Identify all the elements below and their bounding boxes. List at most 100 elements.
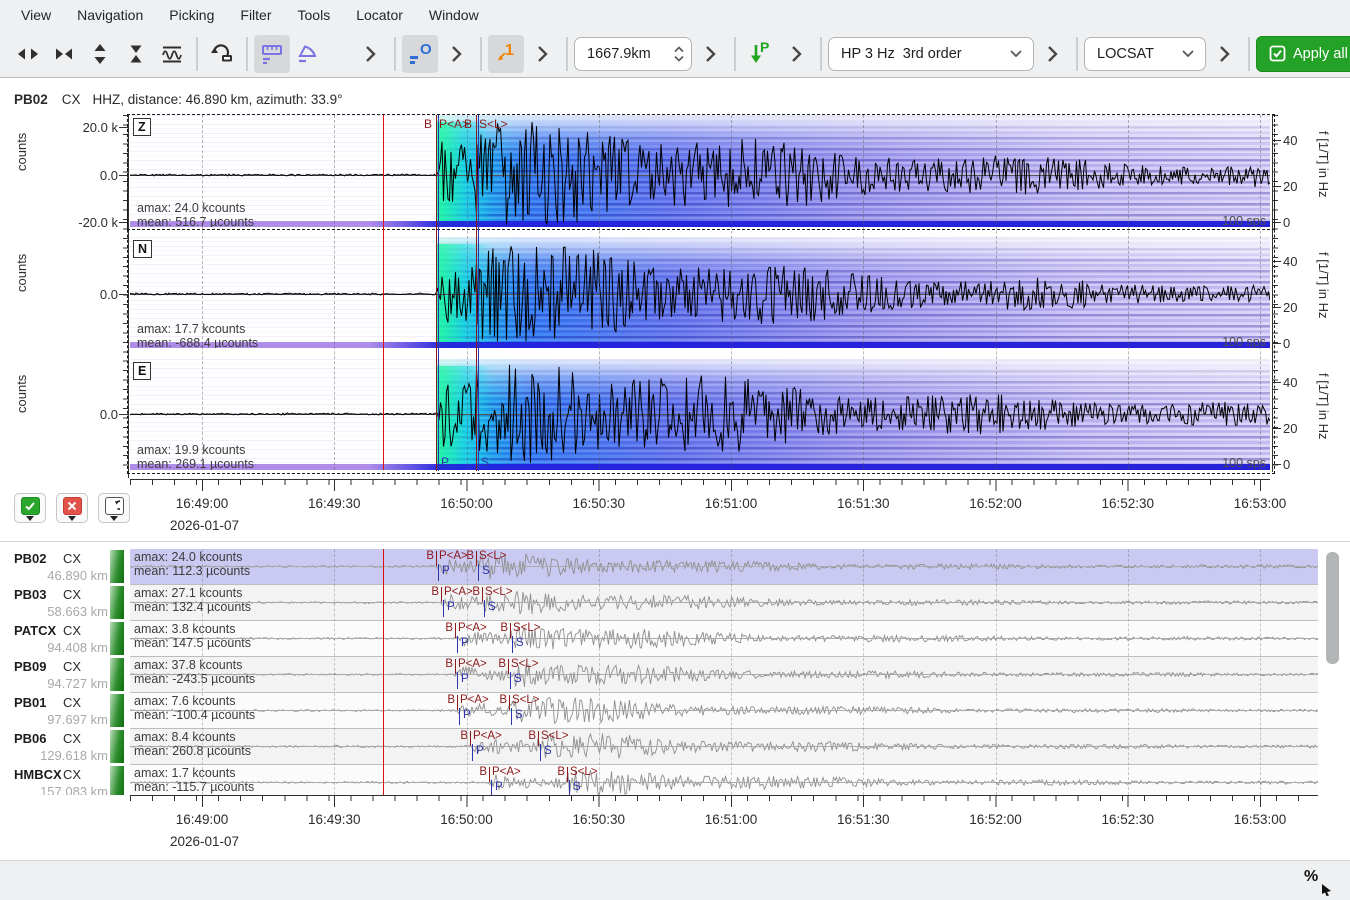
arrows-in-vertical-icon: [124, 42, 148, 66]
row-b2-label: B: [498, 658, 506, 670]
progress-mouse-icon[interactable]: %: [1304, 868, 1332, 894]
station-distance: 97.697 km: [0, 712, 108, 727]
locator-select[interactable]: LOCSAT: [1084, 37, 1206, 71]
scrollbar-thumb[interactable]: [1326, 552, 1339, 664]
expand-vertical-button[interactable]: [82, 35, 118, 73]
menu-filter[interactable]: Filter: [227, 3, 284, 27]
data-coverage-bar: [110, 550, 124, 583]
station-row[interactable]: PB03 CX 58.663 km amax: 27.1 kcounts mea…: [0, 585, 1350, 621]
time-tick-label: 16:50:30: [572, 812, 625, 827]
row-s-label: S<L>: [541, 730, 569, 742]
counts-label-n: counts: [14, 254, 29, 292]
row-pm-label: P: [442, 565, 450, 577]
trace-area[interactable]: amax: 27.1 kcounts mean: 132.4 µcounts B…: [130, 585, 1318, 621]
menu-navigation[interactable]: Navigation: [64, 3, 156, 27]
network-code: CX: [63, 731, 81, 746]
toolbar: O 1 1667.9km P H: [0, 30, 1350, 78]
single-station-mode-button[interactable]: 1: [488, 35, 524, 73]
expand-group-chevron-2[interactable]: [438, 35, 474, 73]
expand-group-chevron-6[interactable]: [1034, 35, 1070, 73]
expand-group-chevron-7[interactable]: [1206, 35, 1242, 73]
trace-area[interactable]: amax: 1.7 kcounts mean: -115.7 µcounts B…: [130, 765, 1318, 795]
row-s-line: [482, 587, 483, 602]
station-distance: 129.618 km: [0, 748, 108, 763]
trace-area[interactable]: amax: 8.4 kcounts mean: 260.8 µcounts BP…: [130, 729, 1318, 765]
trace-area[interactable]: amax: 3.8 kcounts mean: 147.5 µcounts BP…: [130, 621, 1318, 657]
network-code: CX: [63, 767, 81, 782]
row-b-label: B: [445, 658, 453, 670]
station-row[interactable]: PB06 CX 129.618 km amax: 8.4 kcounts mea…: [0, 729, 1350, 765]
station-row[interactable]: PATCX CX 94.408 km amax: 3.8 kcounts mea…: [0, 621, 1350, 657]
section-divider: [0, 541, 1350, 542]
filter-value: HP 3 Hz 3rd order: [841, 46, 1009, 62]
time-tick-label: 16:53:00: [1234, 496, 1287, 511]
mean-label: mean: 516.7 µcounts: [137, 215, 254, 227]
channel-panel-e[interactable]: E amax: 19.9 kcounts mean: 269.1 µcounts…: [130, 359, 1270, 470]
network-code: CX: [63, 695, 81, 710]
distance-spinbox[interactable]: 1667.9km: [574, 37, 692, 71]
zero-line: [130, 782, 1318, 783]
channel-panel-n[interactable]: N amax: 17.7 kcounts mean: -688.4 µcount…: [130, 237, 1270, 348]
time-tick-label: 16:51:30: [837, 812, 890, 827]
row-mean: mean: 112.3 µcounts: [134, 564, 250, 578]
menu-picking[interactable]: Picking: [156, 3, 227, 27]
header-detail: HHZ, distance: 46.890 km, azimuth: 33.9°: [93, 92, 343, 107]
trace-area[interactable]: amax: 37.8 kcounts mean: -243.5 µcounts …: [130, 657, 1318, 693]
accept-marker-button[interactable]: [14, 493, 46, 523]
expand-group-chevron-1[interactable]: [352, 35, 388, 73]
station-code: PB09: [14, 659, 47, 674]
fit-horizontal-button[interactable]: [10, 35, 46, 73]
row-s-label: S<L>: [485, 586, 513, 598]
spinbox-arrows[interactable]: [673, 46, 685, 62]
compress-vertical-button[interactable]: [118, 35, 154, 73]
network-code: CX: [63, 587, 81, 602]
fit-to-window-button[interactable]: [46, 35, 82, 73]
menu-tools[interactable]: Tools: [285, 3, 344, 27]
apply-all-label: Apply all: [1293, 46, 1348, 62]
station-row[interactable]: PB02 CX 46.890 km amax: 24.0 kcounts mea…: [0, 549, 1350, 585]
filter-select[interactable]: HP 3 Hz 3rd order: [828, 37, 1034, 71]
station-distance: 94.408 km: [0, 640, 108, 655]
protractor-button[interactable]: [290, 35, 326, 73]
demean-button[interactable]: [154, 35, 190, 73]
row-mean: mean: 132.4 µcounts: [134, 600, 251, 614]
station-row[interactable]: PB09 CX 94.727 km amax: 37.8 kcounts mea…: [0, 657, 1350, 693]
revert-marker-button[interactable]: [98, 493, 130, 523]
trace-area[interactable]: amax: 7.6 kcounts mean: -100.4 µcounts B…: [130, 693, 1318, 729]
menu-view[interactable]: View: [8, 3, 64, 27]
chevron-down-icon: [1181, 49, 1195, 58]
row-pm-label: P: [495, 781, 503, 793]
freq-label-n: f [1/T] in Hz: [1316, 252, 1331, 318]
expand-group-chevron-5[interactable]: [778, 35, 814, 73]
expand-group-chevron-4[interactable]: [692, 35, 728, 73]
list-scrollbar[interactable]: [1326, 552, 1339, 798]
expand-group-chevron-3[interactable]: [524, 35, 560, 73]
phase-down-button[interactable]: P: [742, 35, 778, 73]
menu-window[interactable]: Window: [416, 3, 492, 27]
apply-all-button[interactable]: Apply all: [1256, 36, 1350, 72]
row-b-label: B: [447, 694, 455, 706]
channel-panel-z[interactable]: Z amax: 24.0 kcounts mean: 516.7 µcounts…: [130, 115, 1270, 227]
arrows-out-horizontal-icon: [16, 42, 40, 66]
reject-marker-button[interactable]: [56, 493, 88, 523]
station-list: PB02 CX 46.890 km amax: 24.0 kcounts mea…: [0, 549, 1350, 795]
chevron-right-icon: [785, 43, 807, 65]
row-p-line: [455, 623, 456, 638]
station-row[interactable]: HMBCX CX 157.083 km amax: 1.7 kcounts me…: [0, 765, 1350, 795]
toolbar-separator: [480, 37, 482, 71]
trace-area[interactable]: amax: 24.0 kcounts mean: 112.3 µcounts B…: [130, 549, 1318, 585]
row-b-label: B: [445, 622, 453, 634]
zero-line: [130, 602, 1318, 603]
measure-ruler-button[interactable]: [254, 35, 290, 73]
origin-mode-button[interactable]: O: [402, 35, 438, 73]
menu-locator[interactable]: Locator: [343, 3, 416, 27]
snapshot-rotate-button[interactable]: [204, 35, 240, 73]
row-sm-label: S: [514, 673, 522, 685]
time-axis-lower: 2026-01-07 16:49:0016:49:3016:50:0016:50…: [0, 795, 1350, 851]
station-row[interactable]: PB01 CX 97.697 km amax: 7.6 kcounts mean…: [0, 693, 1350, 729]
counts-label-z: counts: [14, 133, 29, 171]
chevron-right-icon: [359, 43, 381, 65]
time-tick-label: 16:50:00: [440, 812, 493, 827]
ftick-40-n: 40: [1283, 254, 1297, 269]
row-s-manual-line: [511, 708, 512, 725]
